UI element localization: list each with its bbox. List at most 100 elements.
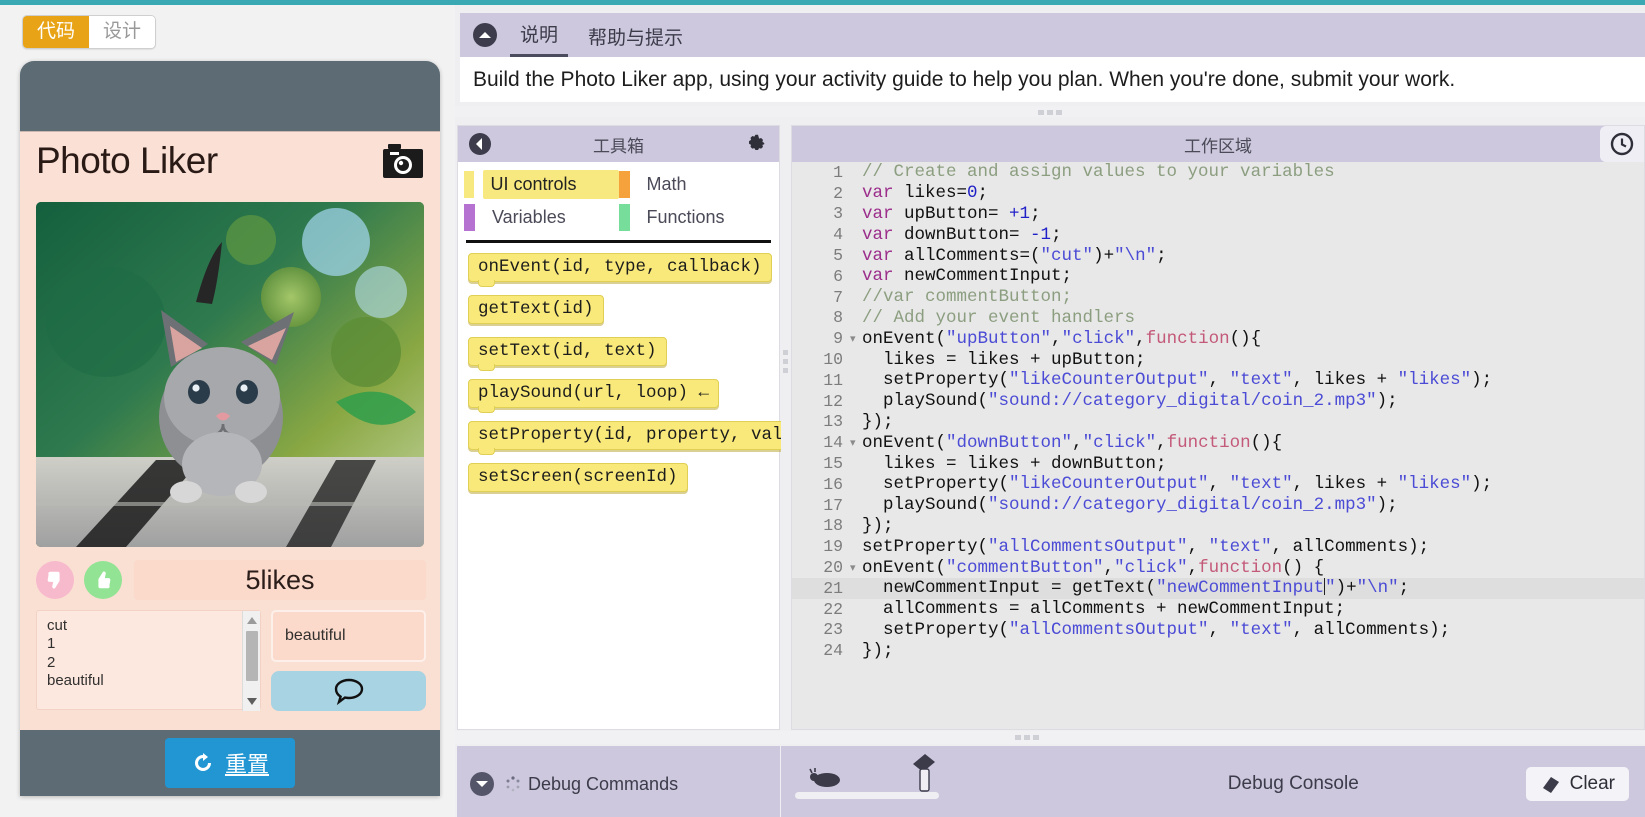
code-line-3[interactable]: 3 var upButton= +1;: [792, 204, 1644, 225]
block-getText[interactable]: getText(id): [468, 295, 604, 324]
line-number: 5: [833, 246, 843, 266]
line-number: 22: [823, 599, 843, 619]
collapse-up-icon[interactable]: [472, 22, 498, 48]
code-line-2[interactable]: 2 var likes=0;: [792, 183, 1644, 204]
toolbox-workspace-splitter[interactable]: [781, 125, 791, 730]
gear-icon[interactable]: [745, 132, 769, 156]
tab-help-and-tips[interactable]: 帮助与提示: [578, 23, 693, 57]
block-playSound[interactable]: playSound(url, loop) ←: [468, 379, 720, 413]
code-line-18[interactable]: 18});: [792, 516, 1644, 537]
right-panel: 说明 帮助与提示 Build the Photo Liker app, usin…: [455, 5, 1645, 817]
upButton[interactable]: [84, 561, 122, 599]
grip-dots: [1038, 110, 1062, 115]
code-fold-toggle-icon[interactable]: ▾: [850, 561, 862, 575]
code-line-10[interactable]: 10 likes = likes + upButton;: [792, 349, 1644, 370]
clear-console-label: Clear: [1569, 773, 1615, 794]
code-text: allComments = allComments + newCommentIn…: [862, 599, 1346, 620]
code-line-9[interactable]: 9 ▾ onEvent("upButton","click",function(){: [792, 328, 1644, 349]
code-line-16[interactable]: 16 setProperty("likeCounterOutput", "tex…: [792, 474, 1644, 495]
instructions-resize-grip[interactable]: [455, 106, 1645, 117]
code-line-8[interactable]: 8 // Add your event handlers: [792, 308, 1644, 329]
line-number: 8: [833, 308, 843, 328]
like-controls-row: 5likes: [36, 557, 426, 603]
chevron-down-icon[interactable]: [469, 771, 495, 797]
line-number: 14: [823, 433, 843, 453]
toolbox-title: 工具箱: [593, 136, 644, 156]
code-line-17[interactable]: 17 playSound("sound://category_digital/c…: [792, 495, 1644, 516]
block-onEvent[interactable]: onEvent(id, type, callback): [468, 253, 772, 287]
category-color-swatch: [618, 171, 630, 198]
commentButton[interactable]: [271, 671, 426, 711]
code-fold-toggle-icon[interactable]: ▾: [850, 332, 862, 346]
code-line-1[interactable]: 1 // Create and assign values to your var…: [792, 162, 1644, 183]
scroll-down-arrow-icon[interactable]: [247, 698, 257, 705]
turtle-icon: [809, 766, 843, 788]
line-number: 9: [833, 329, 843, 349]
allCommentsOutput: cut 1 2 beautiful: [36, 610, 261, 711]
debug-commands-bar[interactable]: Debug Commands: [457, 746, 780, 817]
code-line-7[interactable]: 7 //var commentButton;: [792, 287, 1644, 308]
comment-entry-stack: beautiful: [271, 610, 426, 720]
speed-slider[interactable]: [781, 746, 961, 817]
code-line-4[interactable]: 4 var downButton= -1;: [792, 224, 1644, 245]
downButton[interactable]: [36, 561, 74, 599]
block-setText[interactable]: setText(id, text): [468, 337, 667, 371]
code-line-5[interactable]: 5 var allComments=("cut")+"\n";: [792, 245, 1644, 266]
comments-area: cut 1 2 beautiful beautiful: [36, 610, 426, 720]
back-arrow-icon[interactable]: [468, 132, 492, 156]
line-number: 1: [833, 162, 843, 182]
code-text: setProperty("likeCounterOutput", "text",…: [862, 474, 1493, 495]
reset-button[interactable]: 重置: [164, 738, 295, 788]
code-text: likes = likes + downButton;: [862, 453, 1167, 474]
toolbox-category-variables[interactable]: Variables: [464, 201, 619, 234]
speed-slider-track[interactable]: [795, 792, 939, 799]
line-number: 23: [823, 620, 843, 640]
design-mode-button[interactable]: 设计: [89, 16, 156, 48]
toolbox-block-list: onEvent(id, type, callback) getText(id) …: [458, 243, 793, 505]
code-line-20[interactable]: 20 ▾ onEvent("commentButton","click",funct…: [792, 557, 1644, 578]
code-mode-button[interactable]: 代码: [23, 16, 90, 48]
code-fold-toggle-icon[interactable]: ▾: [850, 436, 862, 450]
code-editor[interactable]: 1 // Create and assign values to your var…: [792, 162, 1644, 729]
clear-console-button[interactable]: Clear: [1525, 767, 1629, 801]
workspace-panel: 工作区域 1 // Create and assign values to you…: [791, 125, 1645, 730]
tab-instructions[interactable]: 说明: [510, 20, 569, 57]
mode-toggle[interactable]: 代码 设计: [22, 15, 157, 49]
scrollbar-thumb[interactable]: [246, 631, 258, 681]
reset-button-label: 重置: [224, 752, 269, 777]
newCommentInput[interactable]: beautiful: [271, 610, 426, 662]
scroll-up-arrow-icon[interactable]: [247, 617, 257, 624]
block-setProperty[interactable]: setProperty(id, property, val: [468, 421, 793, 455]
code-line-13[interactable]: 13});: [792, 412, 1644, 433]
code-line-12[interactable]: 12 playSound("sound://category_digital/c…: [792, 391, 1644, 412]
left-panel: 代码 设计 Photo Liker 5likes cut 1 2 beautif…: [0, 5, 455, 817]
code-line-15[interactable]: 15 likes = likes + downButton;: [792, 453, 1644, 474]
workspace-bottom-grip[interactable]: [455, 731, 1645, 744]
code-line-22[interactable]: 22 allComments = allComments + newCommen…: [792, 599, 1644, 620]
code-line-19[interactable]: 19 setProperty("allCommentsOutput", "text…: [792, 536, 1644, 557]
code-line-21[interactable]: 21 newCommentInput = getText("newComment…: [792, 577, 1644, 599]
code-line-23[interactable]: 23 setProperty("allCommentsOutput", "tex…: [792, 620, 1644, 641]
code-line-14[interactable]: 14 ▾ onEvent("downButton","click",function…: [792, 432, 1644, 453]
line-number: 12: [823, 391, 843, 411]
code-text: var newCommentInput;: [862, 266, 1073, 287]
instructions-header: 说明 帮助与提示: [460, 13, 1645, 57]
version-history-clock-icon[interactable]: [1600, 126, 1644, 162]
toolbox-category-ui-controls[interactable]: UI controls: [464, 168, 619, 201]
code-text: var upButton= +1;: [862, 203, 1041, 224]
hammer-slider-icon[interactable]: [909, 752, 939, 792]
code-text: playSound("sound://category_digital/coin…: [862, 495, 1398, 516]
line-number: 20: [823, 558, 843, 578]
spinner-icon: [505, 776, 521, 792]
line-number: 15: [823, 454, 843, 474]
code-line-6[interactable]: 6 var newCommentInput;: [792, 266, 1644, 287]
block-setScreen[interactable]: setScreen(screenId): [468, 463, 688, 492]
toolbox-category-math[interactable]: Math: [618, 168, 774, 201]
debug-console-title: Debug Console: [1227, 773, 1359, 794]
code-line-24[interactable]: 24});: [792, 640, 1644, 661]
comments-scrollbar[interactable]: [242, 611, 260, 711]
code-text: });: [862, 515, 894, 536]
code-line-11[interactable]: 11 setProperty("likeCounterOutput", "tex…: [792, 370, 1644, 391]
toolbox-category-functions[interactable]: Functions: [618, 201, 774, 234]
line-number: 19: [823, 537, 843, 557]
